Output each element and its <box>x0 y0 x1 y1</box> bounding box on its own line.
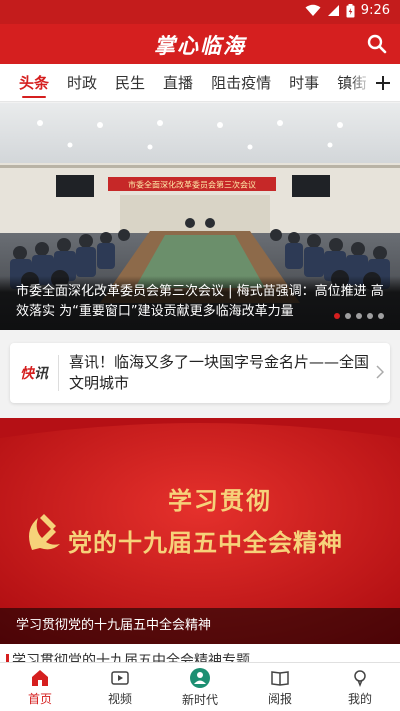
flash-news-label: 快讯 <box>10 363 58 383</box>
video-icon <box>111 670 129 685</box>
tabs-row: 头条时政民生直播阻击疫情时事镇街部 <box>0 64 400 101</box>
add-channel-button[interactable] <box>366 64 400 101</box>
tab-0[interactable]: 头条 <box>10 64 58 101</box>
nav-newspaper[interactable]: 阅报 <box>240 663 320 711</box>
promo-banner[interactable]: 学习贯彻 党的十九届五中全会精神 学习贯彻党的十九届五中全会精神 <box>0 418 400 644</box>
nav-video-label: 视频 <box>107 691 132 706</box>
headline-carousel[interactable]: 市委全面深化改革委员会第三次会议 市委全面深化改革委员会第三次会议 | 梅式苗强… <box>0 103 400 330</box>
newspaper-icon <box>271 670 289 686</box>
promo-caption[interactable]: 学习贯彻党的十九届五中全会精神 <box>0 608 400 644</box>
teaser-bullet <box>6 654 9 662</box>
home-icon <box>32 669 48 686</box>
search-button[interactable] <box>366 33 388 55</box>
new-era-icon <box>190 667 210 688</box>
nav-new-era[interactable]: 新时代 <box>160 663 240 711</box>
teaser-text[interactable]: 学习贯彻党的十九届五中全会精神专题 <box>12 650 250 662</box>
status-icons: 9:26 <box>305 3 390 18</box>
nav-profile[interactable]: 我的 <box>320 663 400 711</box>
status-time: 9:26 <box>360 3 390 18</box>
chevron-right-icon <box>376 365 384 379</box>
tab-3[interactable]: 直播 <box>154 64 202 101</box>
profile-icon <box>354 669 366 687</box>
tab-5[interactable]: 时事 <box>280 64 328 101</box>
flash-news-text[interactable]: 喜讯！临海又多了一块国字号金名片——全国文明城市 <box>59 352 390 394</box>
nav-home[interactable]: 首页 <box>0 663 80 711</box>
battery-icon <box>346 3 355 17</box>
carousel-dot[interactable] <box>378 313 384 319</box>
wifi-icon <box>305 4 321 16</box>
search-icon <box>367 34 387 54</box>
flash-label-part1: 快 <box>20 366 34 382</box>
next-article-teaser[interactable]: 学习贯彻党的十九届五中全会精神专题 <box>0 644 400 662</box>
party-emblem-icon <box>29 514 60 550</box>
nav-profile-label: 我的 <box>347 691 372 706</box>
carousel-dot[interactable] <box>334 313 340 319</box>
plus-icon <box>376 76 390 90</box>
carousel-dot[interactable] <box>345 313 351 319</box>
status-bar: 9:26 <box>0 0 400 24</box>
app-title: 掌心临海 <box>154 33 246 58</box>
tab-2[interactable]: 民生 <box>106 64 154 101</box>
nav-newspaper-label: 阅报 <box>267 691 292 706</box>
carousel-dot[interactable] <box>356 313 362 319</box>
bottom-nav: 首页 视频 新时代 阅报 我的 <box>0 662 400 711</box>
tab-4[interactable]: 阻击疫情 <box>202 64 280 101</box>
nav-home-label: 首页 <box>27 691 52 706</box>
category-tabs: 头条时政民生直播阻击疫情时事镇街部 <box>0 64 400 102</box>
nav-new-era-label: 新时代 <box>181 692 218 707</box>
carousel-dot[interactable] <box>367 313 373 319</box>
carousel-dots <box>334 313 384 319</box>
signal-icon <box>327 5 339 16</box>
flash-news-card[interactable]: 快讯 喜讯！临海又多了一块国字号金名片——全国文明城市 <box>10 343 390 403</box>
promo-line1: 学习贯彻 <box>168 486 272 515</box>
banner-caption[interactable]: 市委全面深化改革委员会第三次会议 | 梅式苗强调：高位推进 高效落实 为“重要窗… <box>0 276 400 330</box>
backdrop-slogan: 市委全面深化改革委员会第三次会议 <box>128 180 256 190</box>
nav-video[interactable]: 视频 <box>80 663 160 711</box>
tab-1[interactable]: 时政 <box>58 64 106 101</box>
flash-label-part2: 讯 <box>34 366 48 382</box>
app-header: 掌心临海 <box>0 24 400 64</box>
promo-line2: 党的十九届五中全会精神 <box>68 528 343 557</box>
